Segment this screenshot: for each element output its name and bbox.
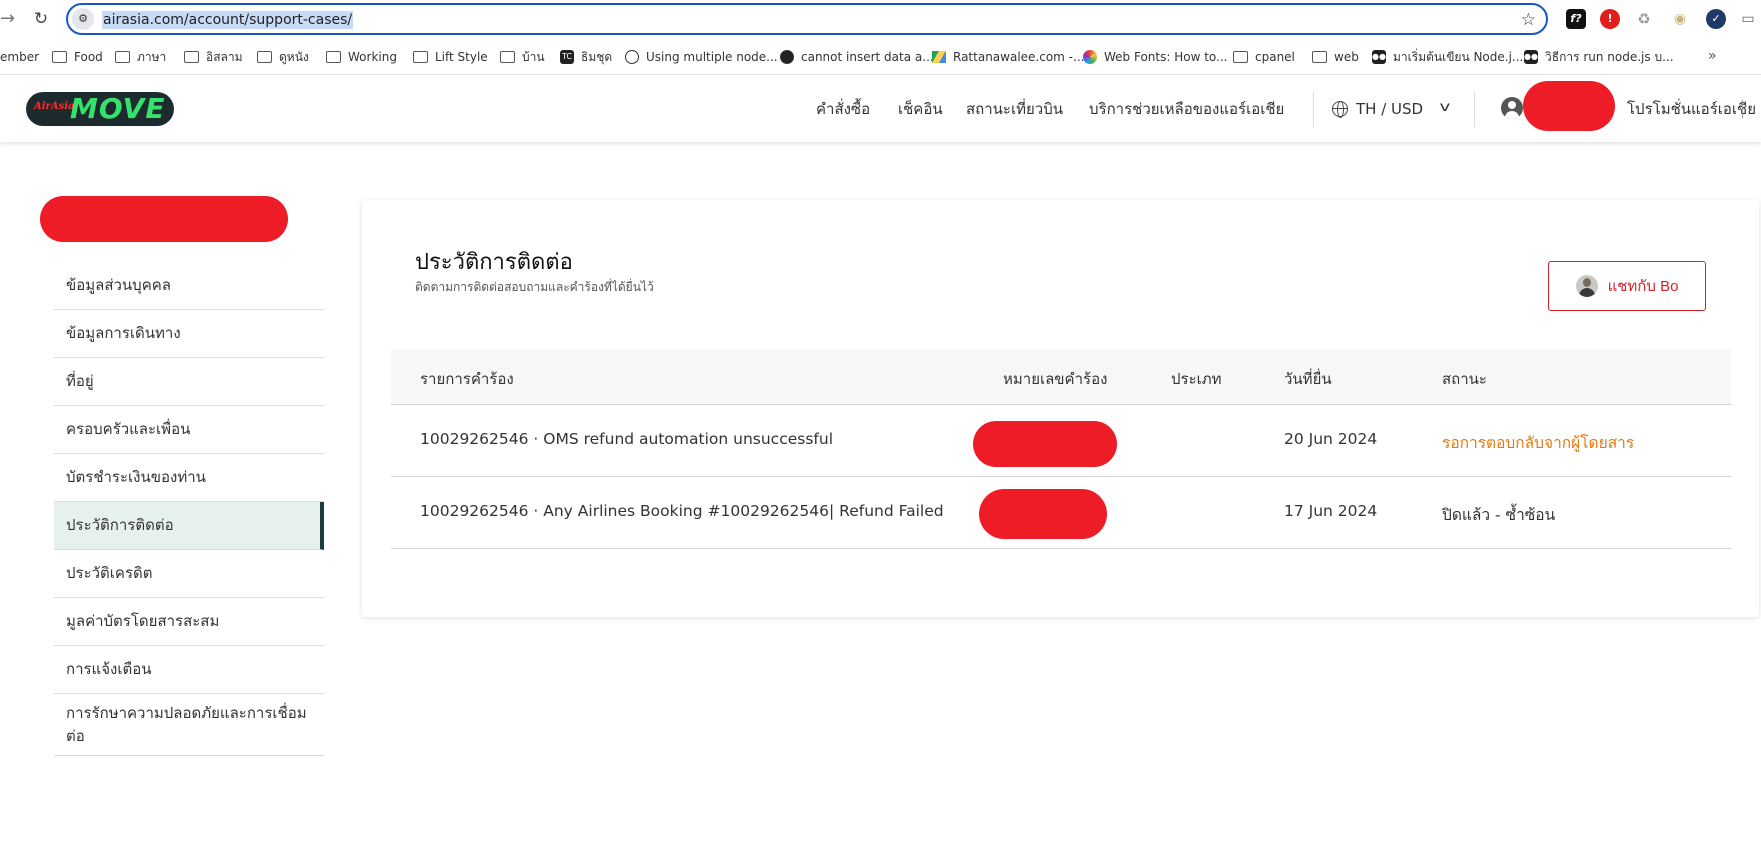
page-subtitle: ติดตามการติดต่อสอบถามและคำร้องที่ได้ยื่น… (415, 280, 654, 294)
col-header-item: รายการคำร้อง (420, 370, 514, 388)
extension-shield-icon[interactable]: ! (1600, 9, 1620, 29)
folder-icon (500, 51, 515, 63)
contact-history-card: ประวัติการติดต่อ ติดตามการติดต่อสอบถามแล… (362, 200, 1759, 617)
redacted-username (1523, 81, 1615, 131)
sidebar-item-security[interactable]: การรักษาความปลอดภัยและการเชื่อมต่อ (54, 694, 324, 756)
bookmark-item[interactable]: Working (326, 48, 397, 66)
extension-circle-icon[interactable]: ◉ (1670, 9, 1690, 29)
site-header: AirAsia MOVE คำสั่งซื้อ เช็คอิน สถานะเที… (0, 76, 1761, 142)
redacted-case-number (973, 421, 1117, 467)
col-header-date: วันที่ยื่น (1284, 370, 1332, 388)
color-wheel-icon (1083, 50, 1097, 64)
bookmark-item[interactable]: Rattanawalee.com -... (932, 48, 1084, 66)
sidebar-item-fare-value[interactable]: มูลค่าบัตรโดยสารสะสม (54, 598, 324, 646)
folder-icon (184, 51, 199, 63)
reload-icon[interactable]: ↻ (30, 8, 52, 30)
bookmark-item[interactable]: cannot insert data a... (780, 48, 934, 66)
bookmark-item[interactable]: TC ธิมชุด (560, 48, 612, 66)
support-cases-table: รายการคำร้อง หมายเลขคำร้อง ประเภท วันที่… (391, 349, 1731, 549)
bookmark-item[interactable]: ภาษา (115, 48, 166, 66)
bookmarks-overflow-button[interactable]: » (1708, 48, 1717, 64)
table-row[interactable]: 10029262546 · Any Airlines Booking #1002… (391, 477, 1731, 549)
table-row[interactable]: 10029262546 · OMS refund automation unsu… (391, 405, 1731, 477)
folder-icon (1233, 51, 1248, 63)
bookmark-item[interactable]: ●● มาเริ่มต้นเขียน Node.j... (1372, 48, 1523, 66)
bookmark-item[interactable]: Web Fonts: How to... (1083, 48, 1228, 66)
airasia-move-logo[interactable]: AirAsia MOVE (26, 92, 174, 126)
sidebar-item-payment-cards[interactable]: บัตรชำระเงินของท่าน (54, 454, 324, 502)
account-sidebar: ข้อมูลส่วนบุคคล ข้อมูลการเดินทาง ที่อยู่… (54, 262, 324, 756)
browser-toolbar: → ↻ ⚙ airasia.com/account/support-cases/… (0, 0, 1761, 38)
sidebar-item-travel-info[interactable]: ข้อมูลการเดินทาง (54, 310, 324, 358)
case-status: ปิดแล้ว - ซ้ำซ้อน (1442, 506, 1556, 524)
sidebar-item-address[interactable]: ที่อยู่ (54, 358, 324, 406)
case-title[interactable]: 10029262546 · Any Airlines Booking #1002… (420, 502, 944, 520)
medium-icon: ●● (1524, 50, 1538, 64)
extension-recycle-icon[interactable]: ♻ (1634, 9, 1654, 29)
github-icon (780, 50, 794, 64)
nav-promotions[interactable]: โปรโมชั่นแอร์เอเชีย (1627, 99, 1756, 119)
case-date: 20 Jun 2024 (1284, 430, 1378, 448)
bookmark-item[interactable]: ●● วิธีการ run node.js บ... (1524, 48, 1674, 66)
bookmark-item[interactable]: Using multiple node... (625, 48, 778, 66)
bo-avatar-icon (1575, 275, 1598, 297)
redacted-case-number (979, 489, 1107, 539)
user-account-icon[interactable] (1501, 97, 1523, 119)
folder-icon (413, 51, 428, 63)
bolt-icon (625, 50, 639, 64)
locale-selector[interactable]: TH / USD (1356, 99, 1423, 119)
extension-check-icon[interactable]: ✓ (1706, 9, 1726, 29)
redacted-profile-name (40, 196, 288, 242)
medium-icon: ●● (1372, 50, 1386, 64)
forward-arrow-icon[interactable]: → (0, 7, 15, 31)
col-header-status: สถานะ (1442, 370, 1487, 388)
sidebar-item-family-friends[interactable]: ครอบครัวและเพื่อน (54, 406, 324, 454)
chat-with-bo-button[interactable]: แชทกับ Bo (1548, 261, 1706, 311)
case-date: 17 Jun 2024 (1284, 502, 1378, 520)
globe-icon[interactable] (1332, 101, 1348, 118)
header-divider (1313, 91, 1314, 127)
folder-icon (52, 51, 67, 63)
bookmark-star-icon[interactable]: ☆ (1521, 9, 1536, 31)
bookmark-item[interactable]: ember (0, 48, 39, 66)
nav-flight-status[interactable]: สถานะเที่ยวบิน (966, 99, 1063, 119)
chevron-down-icon[interactable]: v (1439, 100, 1450, 115)
bookmark-item[interactable]: Food (52, 48, 103, 66)
bookmark-item[interactable]: บ้าน (500, 48, 545, 66)
col-header-type: ประเภท (1171, 370, 1222, 388)
url-text[interactable]: airasia.com/account/support-cases/ (102, 11, 354, 29)
folder-icon (115, 51, 130, 63)
nav-support[interactable]: บริการช่วยเหลือของแอร์เอเชีย (1089, 99, 1284, 119)
sidebar-item-personal-info[interactable]: ข้อมูลส่วนบุคคล (54, 262, 324, 310)
bookmark-item[interactable]: อิสลาม (184, 48, 243, 66)
sidebar-item-credit-history[interactable]: ประวัติเครดิต (54, 550, 324, 598)
sidepanel-icon[interactable]: ▭ (1738, 9, 1758, 29)
nav-orders[interactable]: คำสั่งซื้อ (816, 99, 870, 119)
folder-icon (1312, 51, 1327, 63)
table-header: รายการคำร้อง หมายเลขคำร้อง ประเภท วันที่… (391, 349, 1731, 405)
header-divider (1474, 91, 1475, 127)
tc-icon: TC (560, 50, 574, 64)
bookmark-item[interactable]: ดูหนัง (257, 48, 309, 66)
page-title: ประวัติการติดต่อ (415, 250, 573, 275)
folder-icon (326, 51, 341, 63)
bookmarks-bar: ember Food ภาษา อิสลาม ดูหนัง Working Li… (0, 38, 1761, 75)
col-header-case-number: หมายเลขคำร้อง (1003, 370, 1108, 388)
sidebar-item-notifications[interactable]: การแจ้งเตือน (54, 646, 324, 694)
site-info-icon[interactable]: ⚙ (72, 8, 94, 30)
case-title[interactable]: 10029262546 · OMS refund automation unsu… (420, 430, 833, 448)
bookmark-item[interactable]: cpanel (1233, 48, 1295, 66)
folder-icon (257, 51, 272, 63)
case-status: รอการตอบกลับจากผู้โดยสาร (1442, 434, 1635, 452)
header-divider (1742, 100, 1743, 118)
drive-icon (932, 51, 946, 63)
bookmark-item[interactable]: Lift Style (413, 48, 488, 66)
address-bar[interactable]: ⚙ airasia.com/account/support-cases/ ☆ (66, 3, 1548, 35)
extension-fx-icon[interactable]: f? (1566, 9, 1586, 29)
bookmark-item[interactable]: web (1312, 48, 1359, 66)
chat-button-label: แชทกับ Bo (1607, 278, 1679, 295)
nav-checkin[interactable]: เช็คอิน (898, 99, 943, 119)
sidebar-item-contact-history[interactable]: ประวัติการติดต่อ (54, 502, 324, 550)
